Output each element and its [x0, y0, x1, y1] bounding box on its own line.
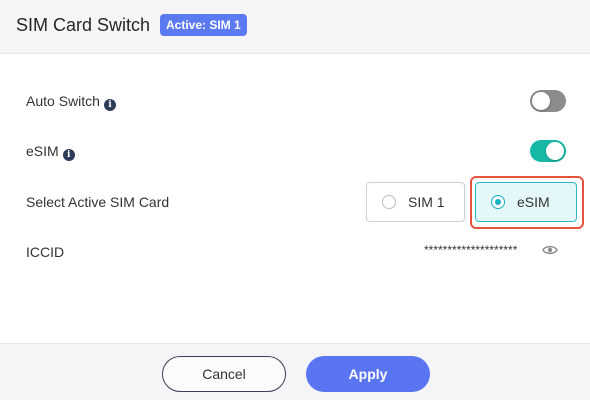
radio-unchecked-icon: [382, 195, 396, 209]
radio-checked-icon: [491, 195, 505, 209]
sim1-option-label: SIM 1: [408, 194, 445, 210]
dialog-title: SIM Card Switch: [16, 15, 151, 35]
toggle-knob: [532, 92, 550, 110]
iccid-label: ICCID: [26, 244, 65, 260]
sim1-option[interactable]: SIM 1: [366, 182, 465, 222]
dialog-header: SIM Card Switch Active: SIM 1: [0, 0, 590, 54]
info-icon[interactable]: i: [62, 149, 75, 161]
info-icon[interactable]: i: [103, 99, 116, 111]
dialog-footer: Cancel Apply: [0, 343, 590, 400]
auto-switch-label: Auto Switch: [26, 93, 100, 109]
cancel-button[interactable]: Cancel: [162, 356, 286, 392]
select-active-sim-label: Select Active SIM Card: [26, 194, 170, 210]
esim-option-label: eSIM: [517, 194, 550, 210]
esim-toggle[interactable]: [530, 140, 566, 162]
esim-option[interactable]: eSIM: [475, 182, 577, 222]
toggle-knob: [546, 142, 564, 160]
esim-label: eSIM: [26, 143, 59, 159]
esim-row-label: eSIM i: [26, 142, 75, 161]
auto-switch-toggle[interactable]: [530, 90, 566, 112]
apply-button[interactable]: Apply: [306, 356, 430, 392]
iccid-value: ********************: [424, 243, 518, 257]
active-sim-badge: Active: SIM 1: [160, 14, 247, 36]
auto-switch-row-label: Auto Switch i: [26, 92, 116, 111]
eye-icon[interactable]: [542, 244, 558, 256]
